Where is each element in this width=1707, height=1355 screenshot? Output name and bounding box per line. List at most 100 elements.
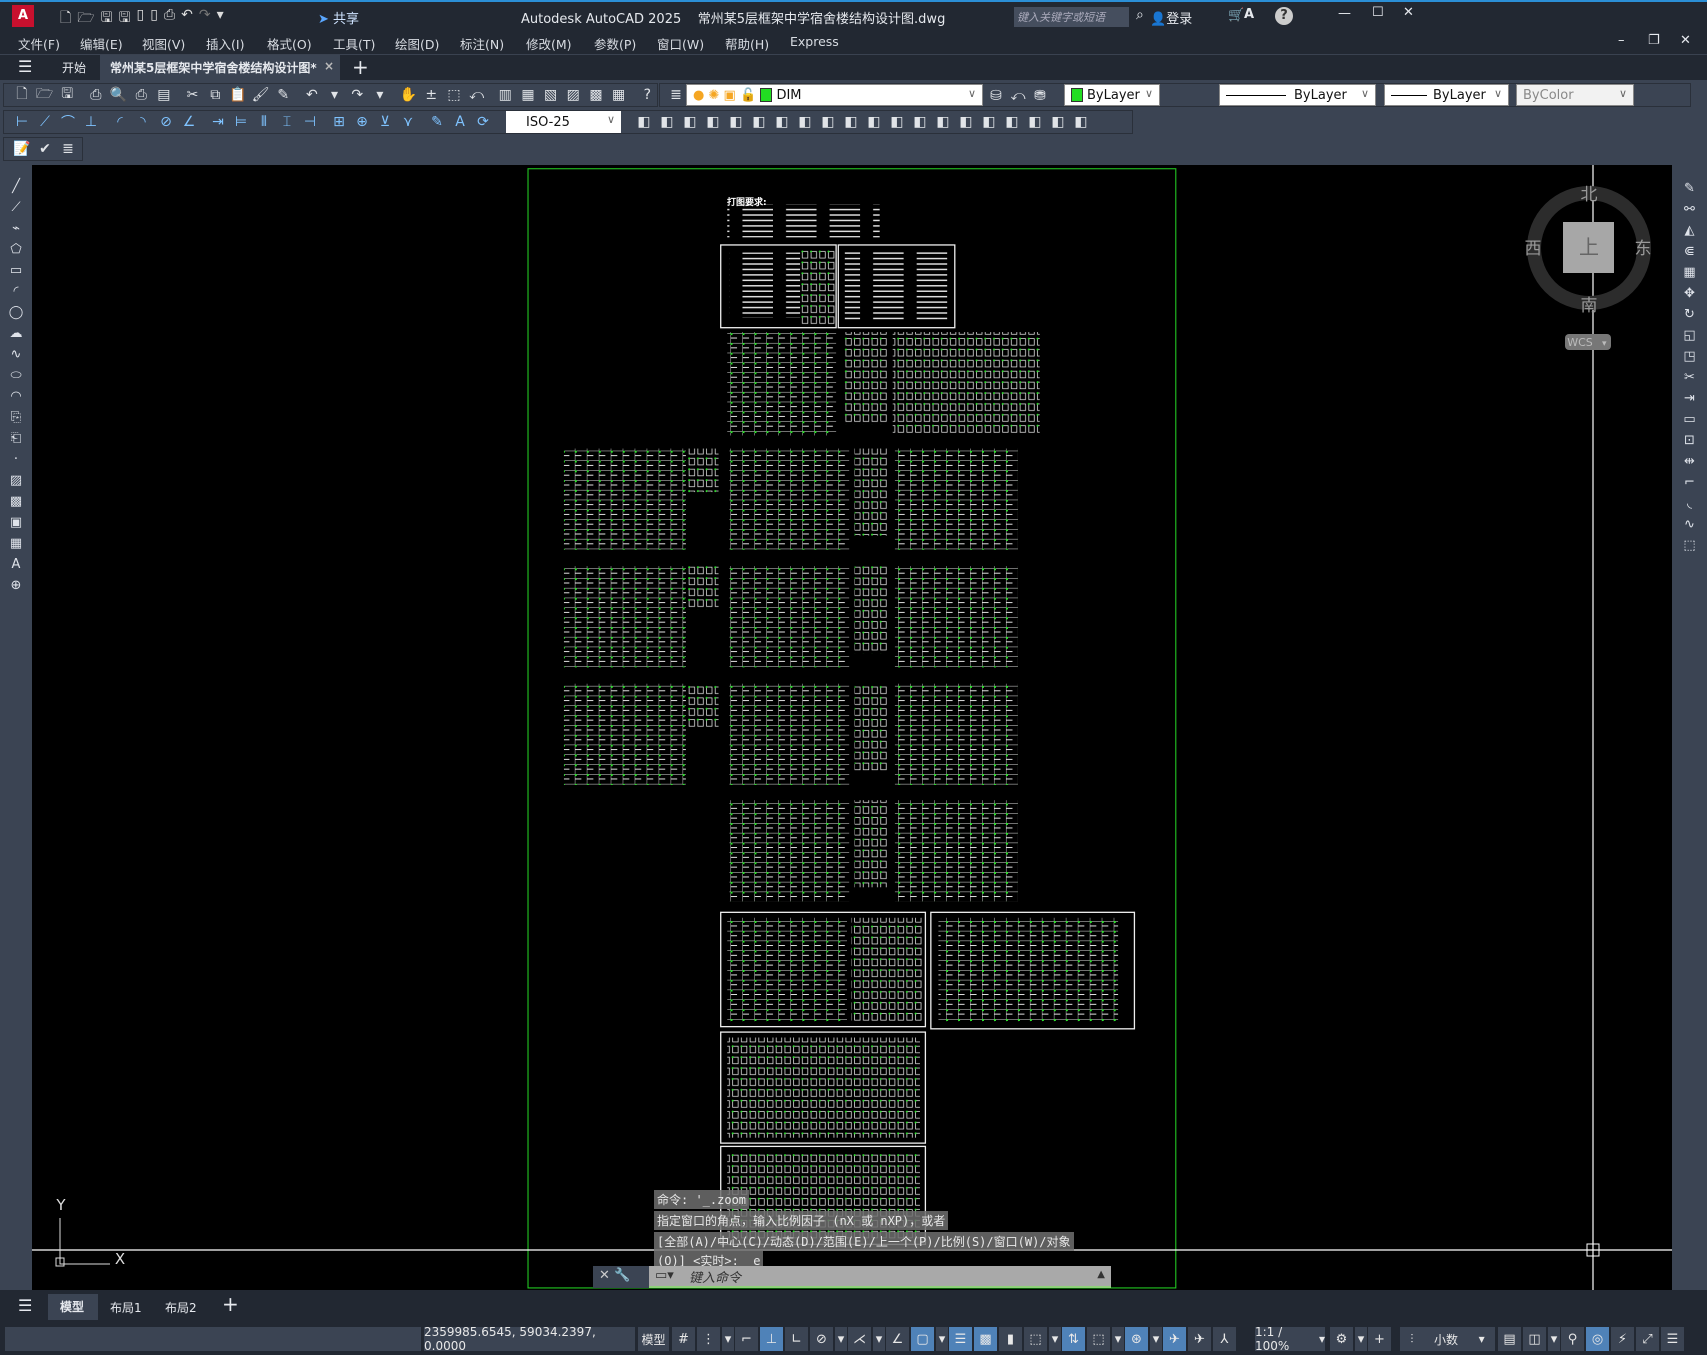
rotate-faces-icon[interactable]: ◧ [795, 112, 815, 132]
maximize-button[interactable]: ☐ [1372, 5, 1384, 20]
add-selected-icon[interactable]: ⊕ [5, 575, 27, 595]
menu-express[interactable]: Express [790, 34, 839, 49]
ellipse-icon[interactable]: ⬭ [5, 365, 27, 385]
3d-osnap-toggle[interactable]: ⬚ [1024, 1327, 1047, 1351]
snap-toggle[interactable]: ⋮ [697, 1327, 720, 1351]
doc-close-button[interactable]: ✕ [1680, 33, 1691, 48]
markup-icon[interactable]: ▩ [586, 85, 606, 105]
properties-icon[interactable]: ▥ [495, 85, 515, 105]
markup-review-icon[interactable]: ✔ [35, 139, 55, 159]
ortho-toggle[interactable]: ∟ [785, 1327, 808, 1351]
redo-icon[interactable]: ↷ [347, 85, 367, 105]
array-icon[interactable]: ▦ [1679, 262, 1701, 282]
iso-dropdown-toggle[interactable]: ▾ [873, 1327, 885, 1351]
customize-wrench-icon[interactable]: 🔧 [614, 1268, 630, 1283]
edge-color-icon[interactable]: ◧ [1025, 112, 1045, 132]
mirror-icon[interactable]: ◭ [1679, 220, 1701, 240]
dimstyle-dropdown[interactable]: ISO-25 ∨ [506, 111, 621, 133]
undo-icon[interactable]: ↶ [302, 85, 322, 105]
dimtedit-icon[interactable]: A [450, 112, 470, 132]
cart-icon[interactable]: 🛒 [1228, 8, 1244, 23]
pan-icon[interactable]: ✋ [399, 85, 419, 105]
layer-previous-icon[interactable]: ⤺ [1008, 86, 1028, 106]
center-mark-icon[interactable]: ⊕ [352, 112, 372, 132]
slice-icon[interactable]: ◧ [1071, 112, 1091, 132]
line-icon[interactable]: ╱ [5, 176, 27, 196]
quickcalc-icon[interactable]: ▦ [609, 85, 629, 105]
menu-format[interactable]: 格式(O) [267, 34, 312, 53]
tolerance-icon[interactable]: ⊞ [329, 112, 349, 132]
clean-screen-button[interactable]: ⤢ [1636, 1327, 1659, 1351]
filter-dropdown-toggle[interactable]: ▾ [1112, 1327, 1124, 1351]
zoom-previous-icon[interactable]: ⤺ [467, 85, 487, 105]
dim-break-icon[interactable]: ⊣ [300, 112, 320, 132]
open-icon[interactable]: 🗁 [77, 7, 94, 31]
markup-import-icon[interactable]: 📝 [12, 139, 32, 159]
save-as-icon[interactable]: 🖫 [119, 7, 131, 31]
compass-south[interactable]: 南 [1581, 296, 1598, 316]
menu-insert[interactable]: 插入(I) [206, 34, 244, 53]
copy-edges-icon[interactable]: ◧ [1048, 112, 1068, 132]
blend-icon[interactable]: ∿ [1679, 514, 1701, 534]
new-icon[interactable]: 🗋 [60, 7, 71, 31]
offset-icon[interactable]: ⋐ [1679, 241, 1701, 261]
move-icon[interactable]: ✥ [1679, 283, 1701, 303]
revision-cloud-icon[interactable]: ☁ [5, 323, 27, 343]
construction-line-icon[interactable]: ⟋ [5, 197, 27, 217]
save-icon[interactable]: 🖫 [101, 7, 113, 31]
join-icon[interactable]: ⇹ [1679, 451, 1701, 471]
grid-toggle[interactable]: # [672, 1327, 695, 1351]
annotation-visibility-toggle[interactable]: ✈ [1163, 1327, 1186, 1351]
rotate-icon[interactable]: ↻ [1679, 304, 1701, 324]
dim-update-icon[interactable]: ⟳ [473, 112, 493, 132]
color-dropdown[interactable]: ByLayer ∨ [1064, 84, 1160, 106]
make-current-layer-icon[interactable]: ⛁ [986, 86, 1006, 106]
lock-ui-button[interactable]: ◫ [1523, 1327, 1546, 1351]
command-history-toggle-icon[interactable]: ▲ [1097, 1269, 1105, 1280]
taper-faces-icon[interactable]: ◧ [818, 112, 838, 132]
spline-icon[interactable]: ∿ [5, 344, 27, 364]
dim-space-icon[interactable]: ⌶ [277, 112, 297, 132]
menu-view[interactable]: 视图(V) [142, 34, 185, 53]
tab-start[interactable]: 开始 [62, 59, 86, 76]
osnap-dropdown-toggle[interactable]: ▾ [936, 1327, 948, 1351]
linetype-dropdown[interactable]: ByLayer ∨ [1219, 84, 1376, 106]
doc-restore-button[interactable]: ❐ [1648, 33, 1660, 48]
gizmo-dropdown-toggle[interactable]: ▾ [1150, 1327, 1162, 1351]
menu-help[interactable]: 帮助(H) [725, 34, 769, 53]
redo-dropdown-icon[interactable]: ▾ [370, 85, 390, 105]
fillet-icon[interactable]: ◟ [1679, 493, 1701, 513]
tab-drawing-active[interactable]: 常州某5层框架中学宿舍楼结构设计图* × [100, 55, 340, 80]
dynamic-ucs2-toggle[interactable]: ⇅ [1062, 1327, 1085, 1351]
workspace-dropdown-button[interactable]: ▾ [1355, 1327, 1367, 1351]
zoom-window-icon[interactable]: ⬚ [444, 85, 464, 105]
3d-dropdown-toggle[interactable]: ▾ [1049, 1327, 1061, 1351]
lineweight-dropdown[interactable]: ByLayer ∨ [1384, 84, 1509, 106]
ordinate-icon[interactable]: ⊥ [81, 112, 101, 132]
paste-icon[interactable]: 📋 [228, 85, 248, 105]
infer-toggle[interactable]: ⌐ [735, 1327, 758, 1351]
sheet-set-icon[interactable]: ▨ [563, 85, 583, 105]
isodraft-toggle[interactable]: ⋌ [848, 1327, 871, 1351]
minimize-button[interactable]: — [1338, 6, 1351, 21]
extract-edges-icon[interactable]: ◧ [1002, 112, 1022, 132]
tab-model[interactable]: 模型 [48, 1294, 98, 1320]
quick-properties-button[interactable]: ▤ [1498, 1327, 1521, 1351]
intersect-icon[interactable]: ◧ [680, 112, 700, 132]
copy-icon[interactable]: ⧉ [205, 85, 225, 105]
erase-icon[interactable]: ✎ [1679, 178, 1701, 198]
lock-dropdown-button[interactable]: ▾ [1548, 1327, 1560, 1351]
cut-icon[interactable]: ✂ [183, 85, 203, 105]
open-web-icon[interactable]: ▯ [137, 7, 145, 31]
menu-window[interactable]: 窗口(W) [657, 34, 704, 53]
save-icon[interactable]: 🖫 [57, 85, 77, 105]
layer-states-icon[interactable]: ⛃ [1030, 86, 1050, 106]
autodesk-a360-icon[interactable]: A [1244, 7, 1254, 22]
auto-scale-toggle[interactable]: ✈ [1188, 1327, 1211, 1351]
annotation-scale[interactable]: 1:1 / 100% ▾ [1255, 1325, 1325, 1353]
snap-dropdown-toggle[interactable]: ▾ [722, 1327, 734, 1351]
undo-dropdown-icon[interactable]: ▾ [325, 85, 345, 105]
graphics-perf-button[interactable]: ⚡ [1611, 1327, 1634, 1351]
isolate-objects-button[interactable]: ⚲ [1561, 1327, 1584, 1351]
drawing-canvas[interactable]: Y X 上 北 南 东 西 WCS ▾ 打图要求: [32, 165, 1672, 1290]
